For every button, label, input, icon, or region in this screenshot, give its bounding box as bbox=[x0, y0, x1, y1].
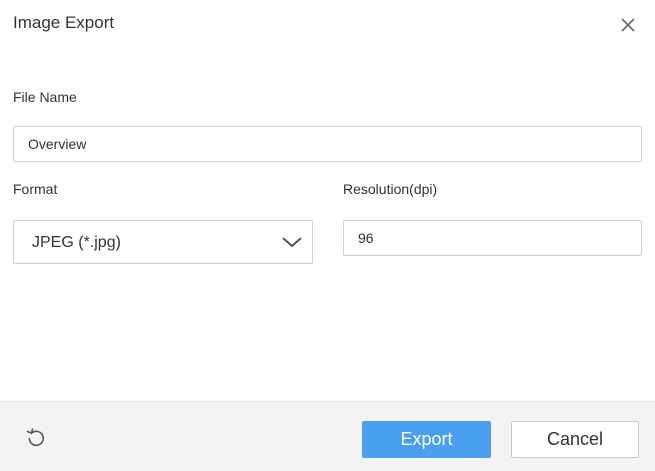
format-selected-value: JPEG (*.jpg) bbox=[32, 234, 121, 251]
dialog-title: Image Export bbox=[13, 13, 115, 32]
dialog-footer: Export Cancel bbox=[0, 401, 655, 471]
format-label: Format bbox=[13, 181, 58, 197]
format-select[interactable]: JPEG (*.jpg) bbox=[13, 220, 313, 264]
file-name-input[interactable] bbox=[13, 126, 642, 162]
cancel-button[interactable]: Cancel bbox=[511, 421, 639, 458]
close-button[interactable] bbox=[614, 11, 642, 39]
reset-button[interactable] bbox=[24, 426, 48, 450]
reset-icon bbox=[26, 428, 45, 447]
resolution-label: Resolution(dpi) bbox=[343, 181, 438, 197]
resolution-input[interactable] bbox=[343, 220, 642, 256]
file-name-label: File Name bbox=[13, 89, 77, 105]
image-export-dialog: Image Export File Name Format JPEG (*.jp… bbox=[0, 0, 655, 471]
chevron-down-icon bbox=[281, 234, 303, 250]
close-icon bbox=[621, 18, 635, 32]
export-button[interactable]: Export bbox=[362, 421, 491, 458]
